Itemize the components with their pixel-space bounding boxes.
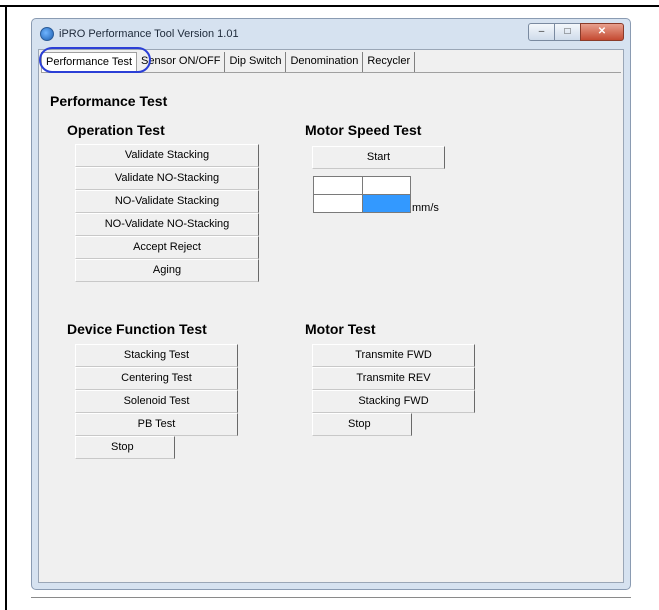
client-area: Performance Test Sensor ON/OFF Dip Switc… [38, 47, 624, 583]
pb-test-button[interactable]: PB Test [75, 413, 238, 436]
device-function-buttons: Stacking Test Centering Test Solenoid Te… [75, 344, 238, 436]
centering-test-button[interactable]: Centering Test [75, 367, 238, 390]
tab-dip-switch[interactable]: Dip Switch [225, 52, 287, 72]
motor-speed-test-title: Motor Speed Test [305, 122, 422, 138]
window-controls: – □ ✕ [528, 23, 624, 41]
speed-readout [313, 176, 413, 214]
tab-performance-test[interactable]: Performance Test [41, 52, 138, 73]
start-button[interactable]: Start [312, 146, 445, 169]
tab-recycler[interactable]: Recycler [363, 52, 416, 72]
close-button[interactable]: ✕ [580, 23, 624, 41]
motor-stop-wrap: Stop [312, 413, 412, 436]
speed-cell-3 [313, 194, 363, 213]
motor-stop-button[interactable]: Stop [312, 413, 412, 436]
no-validate-stacking-button[interactable]: NO-Validate Stacking [75, 190, 259, 213]
app-window: iPRO Performance Tool Version 1.01 – □ ✕… [31, 18, 631, 590]
accept-reject-button[interactable]: Accept Reject [75, 236, 259, 259]
stacking-fwd-button[interactable]: Stacking FWD [312, 390, 475, 413]
motor-test-title: Motor Test [305, 321, 376, 337]
maximize-button[interactable]: □ [554, 23, 581, 41]
window-title: iPRO Performance Tool Version 1.01 [59, 28, 239, 40]
device-function-test-title: Device Function Test [67, 321, 207, 337]
operation-test-buttons: Validate Stacking Validate NO-Stacking N… [75, 144, 259, 282]
app-globe-icon [40, 27, 54, 41]
aging-button[interactable]: Aging [75, 259, 259, 282]
title-bar[interactable]: iPRO Performance Tool Version 1.01 – □ ✕ [32, 19, 630, 49]
validate-stacking-button[interactable]: Validate Stacking [75, 144, 259, 167]
motor-speed-start-wrap: Start [312, 146, 445, 169]
no-validate-no-stacking-button[interactable]: NO-Validate NO-Stacking [75, 213, 259, 236]
transmite-fwd-button[interactable]: Transmite FWD [312, 344, 475, 367]
tab-strip: Performance Test Sensor ON/OFF Dip Switc… [41, 52, 416, 73]
tab-divider [41, 72, 621, 73]
motor-test-buttons: Transmite FWD Transmite REV Stacking FWD [312, 344, 475, 413]
device-stop-wrap: Stop [75, 436, 175, 459]
solenoid-test-button[interactable]: Solenoid Test [75, 390, 238, 413]
operation-test-title: Operation Test [67, 122, 165, 138]
minimize-button[interactable]: – [528, 23, 555, 41]
speed-value-cell [362, 194, 411, 213]
speed-unit: mm/s [412, 202, 439, 214]
speed-cell-1 [313, 176, 363, 195]
document-left-rule [5, 5, 7, 610]
tab-denomination[interactable]: Denomination [286, 52, 364, 72]
document-top-rule [0, 5, 659, 7]
speed-cell-2 [362, 176, 411, 195]
validate-no-stacking-button[interactable]: Validate NO-Stacking [75, 167, 259, 190]
page-title: Performance Test [50, 93, 168, 109]
document-bottom-rule [31, 597, 631, 598]
stacking-test-button[interactable]: Stacking Test [75, 344, 238, 367]
tab-sensor-on-off[interactable]: Sensor ON/OFF [137, 52, 226, 72]
transmite-rev-button[interactable]: Transmite REV [312, 367, 475, 390]
device-stop-button[interactable]: Stop [75, 436, 175, 459]
